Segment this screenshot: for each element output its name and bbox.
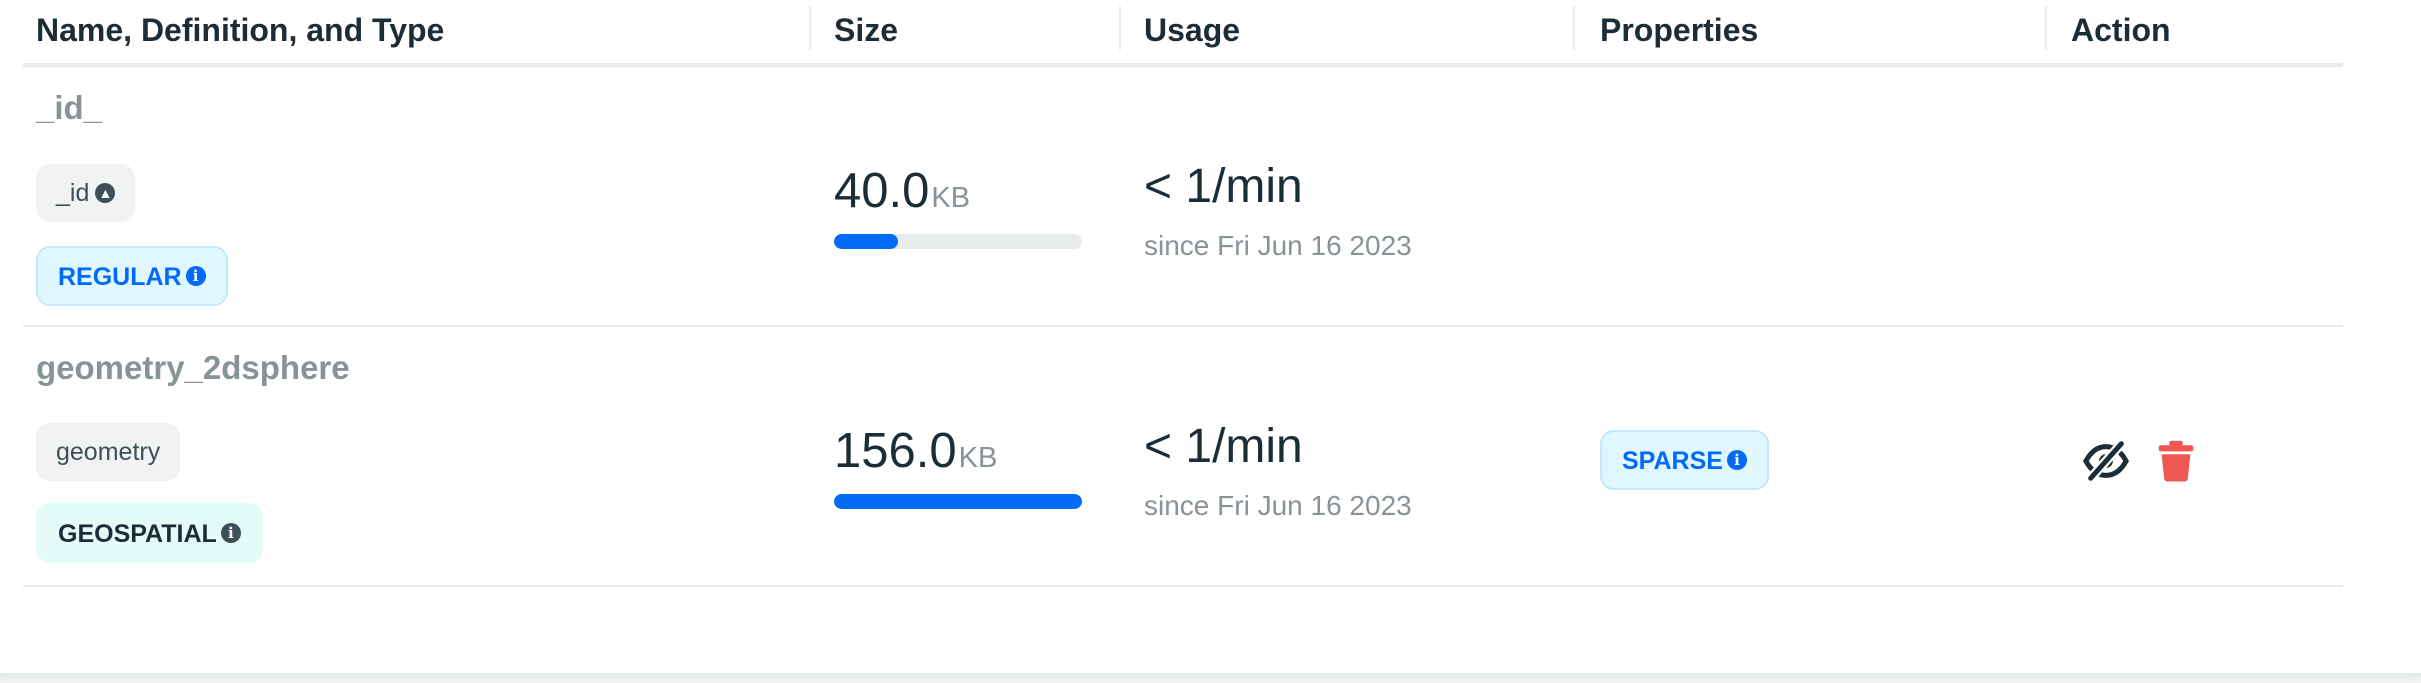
index-field-pill: geometry <box>36 423 181 481</box>
indexes-card: Name, Definition, and Type Size Usage Pr… <box>0 0 2421 673</box>
index-type-badge[interactable]: REGULAR i <box>36 246 228 306</box>
index-size-bar-fill <box>834 234 899 249</box>
index-field-label: _id <box>56 179 90 207</box>
table-header: Name, Definition, and Type Size Usage Pr… <box>23 0 2343 67</box>
index-type-label: REGULAR <box>58 263 182 291</box>
table-row: geometry_2dsphere geometry GEOSPATIAL i 1… <box>23 327 2343 587</box>
index-field-label: geometry <box>56 438 161 466</box>
index-size-value: 156.0 <box>834 424 957 478</box>
indexes-table: Name, Definition, and Type Size Usage Pr… <box>23 0 2343 587</box>
index-usage-rate: < 1/min <box>1144 160 1303 213</box>
column-header-action: Action <box>2071 12 2171 48</box>
table-row: _id_ _id ▲ REGULAR i 40.0KB < 1/min since … <box>23 67 2343 327</box>
column-header-usage[interactable]: Usage <box>1144 0 1240 60</box>
index-name: geometry_2dsphere <box>36 349 350 386</box>
index-size-unit: KB <box>958 442 998 474</box>
index-property-badge[interactable]: SPARSE i <box>1600 430 1769 490</box>
index-size: 156.0KB <box>834 423 997 479</box>
index-size-bar <box>834 234 1082 249</box>
index-property-label: SPARSE <box>1622 447 1723 475</box>
hide-index-icon[interactable] <box>2083 438 2129 484</box>
arrow-up-circle-icon: ▲ <box>95 182 116 203</box>
info-icon[interactable]: i <box>185 266 206 287</box>
column-header-size[interactable]: Size <box>834 0 898 60</box>
column-divider <box>809 6 811 50</box>
column-header-properties[interactable]: Properties <box>1600 0 1758 60</box>
index-type-badge[interactable]: GEOSPATIAL i <box>36 503 263 563</box>
column-divider <box>2045 6 2047 50</box>
index-size-value: 40.0 <box>834 164 930 218</box>
index-size: 40.0KB <box>834 163 970 219</box>
delete-icon[interactable] <box>2153 438 2199 484</box>
index-size-bar-fill <box>834 494 1082 509</box>
index-usage-since: since Fri Jun 16 2023 <box>1144 490 1412 521</box>
index-name: _id_ <box>36 89 103 126</box>
info-icon[interactable]: i <box>1726 450 1747 471</box>
index-size-bar <box>834 494 1082 509</box>
index-usage-rate: < 1/min <box>1144 420 1303 473</box>
column-divider <box>1573 6 1575 50</box>
column-header-name[interactable]: Name, Definition, and Type <box>36 0 444 60</box>
index-type-label: GEOSPATIAL <box>58 520 217 548</box>
index-size-unit: KB <box>931 182 971 214</box>
index-usage-since: since Fri Jun 16 2023 <box>1144 230 1412 261</box>
column-divider <box>1119 6 1121 50</box>
info-icon[interactable]: i <box>220 523 241 544</box>
index-field-pill: _id ▲ <box>36 164 136 222</box>
